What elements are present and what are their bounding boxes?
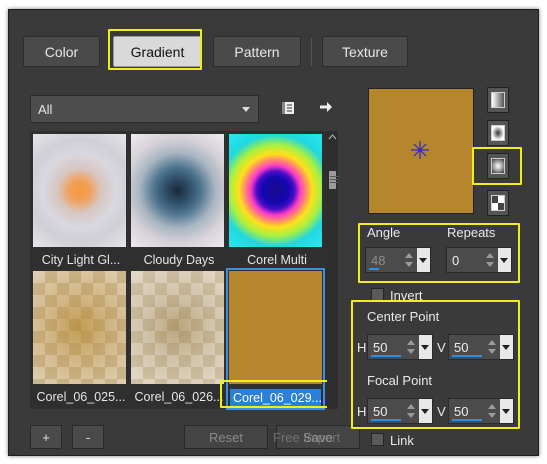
swatch-thumbnail [33,271,126,384]
link-label: Link [390,433,414,448]
gradient-swatch-grid: City Light Gl... Cloudy Days Corel Multi… [30,131,327,410]
center-h-stepper[interactable] [404,335,418,359]
focal-v-dropdown-button[interactable] [500,399,513,423]
material-properties-dialog: Color Gradient Pattern Texture All City … [8,9,539,456]
swatch-label: Cloudy Days [143,253,215,267]
swatch-thumbnail [229,271,322,384]
focal-h-value: 50 [373,404,388,419]
focal-point-label: Focal Point [367,373,433,388]
swatch-label: Corel_06_025... [36,390,126,404]
center-h-spinner[interactable]: 50 [367,334,433,360]
book-icon[interactable] [278,98,298,118]
invert-checkbox[interactable] [371,288,384,301]
focal-h-stepper[interactable] [404,399,418,423]
focal-h-label: H [357,404,367,419]
swatch-label: Corel Multi [247,253,307,267]
swatch-corel-06-026[interactable]: Corel_06_026... [131,271,224,404]
repeats-label: Repeats [447,225,496,240]
chevron-down-icon [242,107,250,112]
swatch-thumbnail [33,134,126,247]
swatch-corel-06-029[interactable]: Corel_06_029... [226,268,325,410]
swatch-thumbnail [131,271,224,384]
focal-v-label: V [437,404,446,419]
tab-color[interactable]: Color [23,36,100,67]
add-button[interactable]: + [30,425,62,449]
swatch-corel-06-025[interactable]: Corel_06_025... [33,271,126,404]
repeats-value: 0 [452,253,460,268]
center-point-label: Center Point [367,309,440,324]
focal-v-spinner[interactable]: 50 [448,398,514,424]
category-dropdown[interactable]: All [30,95,259,123]
angle-dropdown-button[interactable] [417,248,430,272]
watermark-text: Free Import [273,430,341,445]
focal-h-dropdown-button[interactable] [419,399,432,423]
arrow-right-icon[interactable] [316,97,336,117]
category-dropdown-value: All [38,101,53,117]
repeats-stepper[interactable] [483,248,497,272]
swatch-corel-multi[interactable]: Corel Multi [229,134,322,267]
link-checkbox[interactable] [371,433,384,446]
sunburst-style-button[interactable] [487,190,509,216]
center-h-label: H [357,340,367,355]
center-v-label: V [437,340,446,355]
center-h-value: 50 [373,340,388,355]
swatch-scrollbar[interactable] [327,131,339,409]
repeats-spinner[interactable]: 0 [446,247,512,273]
swatch-city-light[interactable]: City Light Gl... [33,134,126,267]
angle-spinner[interactable]: 48 [365,247,431,273]
angle-label: Angle [367,225,401,240]
radial-style-button[interactable] [487,153,509,179]
center-h-dropdown-button[interactable] [419,335,432,359]
rectangular-style-button[interactable] [487,120,509,146]
swatch-label: Corel_06_029... [230,389,321,407]
center-v-dropdown-button[interactable] [500,335,513,359]
tab-pattern[interactable]: Pattern [213,36,301,67]
angle-stepper[interactable] [402,248,416,272]
invert-label: Invert [390,288,423,303]
focal-h-spinner[interactable]: 50 [367,398,433,424]
repeats-dropdown-button[interactable] [498,248,511,272]
focal-v-value: 50 [454,404,469,419]
angle-progress-bar [369,268,379,270]
swatch-label: City Light Gl... [41,253,121,267]
focal-v-stepper[interactable] [485,399,499,423]
tab-gradient[interactable]: Gradient [113,36,202,67]
center-h-bar [371,355,401,357]
reset-button[interactable]: Reset [184,425,268,449]
swatch-cloudy-days[interactable]: Cloudy Days [131,134,224,267]
swatch-thumbnail [229,134,322,247]
linear-style-button[interactable] [487,87,509,113]
angle-value: 48 [371,253,386,268]
center-point-marker [411,141,429,159]
center-v-value: 50 [454,340,469,355]
focal-v-bar [452,419,482,421]
gradient-preview[interactable] [368,88,474,214]
center-v-spinner[interactable]: 50 [448,334,514,360]
tab-texture[interactable]: Texture [322,36,408,67]
swatch-label: Corel_06_026... [134,390,224,404]
remove-button[interactable]: - [72,425,104,449]
center-v-stepper[interactable] [485,335,499,359]
tab-divider [311,38,312,66]
scroll-up-icon [328,134,337,140]
focal-h-bar [371,419,401,421]
center-v-bar [452,355,482,357]
swatch-thumbnail [131,134,224,247]
scrollbar-thumb[interactable] [329,171,339,189]
